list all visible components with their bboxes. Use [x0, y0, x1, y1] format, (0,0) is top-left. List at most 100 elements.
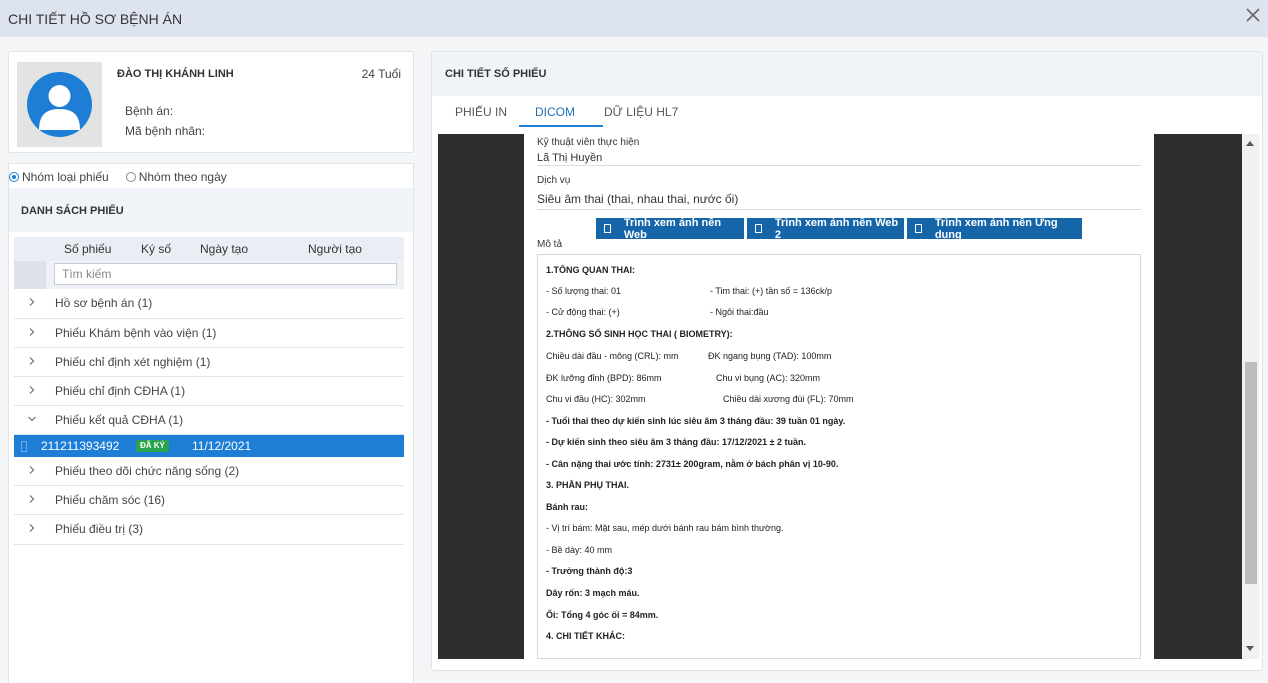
patient-card: ĐÀO THỊ KHÁNH LINH 24 Tuổi Bệnh án: Mã b…	[8, 51, 414, 153]
table-row-selected[interactable]: 211211393492 ĐÃ KÝ 11/12/2021	[14, 435, 404, 457]
description-line: Chu vi bụng (AC): 320mm	[716, 373, 821, 383]
list-group-row[interactable]: Phiếu Khám bệnh vào viện (1)	[14, 319, 404, 348]
scrollbar[interactable]	[1242, 134, 1259, 659]
tab-dicom[interactable]: DICOM	[535, 105, 575, 119]
description-line: - Dự kiến sinh theo siêu âm 3 tháng đầu:…	[546, 437, 807, 447]
radio-group-by-date-label[interactable]: Nhóm theo ngày	[139, 170, 227, 184]
app-viewer-button[interactable]: Trình xem ảnh nền Ứng dụng	[907, 216, 1082, 241]
chevron-right-icon	[29, 524, 35, 532]
list-title: DANH SÁCH PHIẾU	[21, 205, 124, 217]
description-line: - Ngôi thai:đầu	[710, 307, 769, 317]
web-viewer-button-label: Trình xem ảnh nền Web	[623, 216, 722, 241]
patient-age: 24 Tuổi	[361, 67, 401, 81]
scroll-thumb[interactable]	[1245, 362, 1257, 584]
description-line: Chiều dài xương đùi (FL): 70mm	[723, 394, 854, 404]
tab-hl7[interactable]: DỮ LIỆU HL7	[604, 105, 678, 119]
description-line: 1.TỔNG QUAN THAI:	[546, 265, 635, 275]
list-header: DANH SÁCH PHIẾU	[9, 188, 413, 232]
radio-group-by-date[interactable]	[125, 172, 136, 182]
list-group-row[interactable]: Phiếu chăm sóc (16)	[14, 486, 404, 515]
detail-title: CHI TIẾT SỐ PHIẾU	[445, 68, 547, 80]
description-line: Ối: Tổng 4 góc ối = 84mm.	[546, 610, 659, 620]
description-line: - Cân nặng thai ước tính: 2731± 200gram,…	[546, 459, 839, 469]
grid-filter-row	[14, 261, 404, 289]
signed-badge: ĐÃ KÝ	[136, 440, 169, 452]
search-input[interactable]	[54, 263, 397, 285]
filter-spacer	[14, 261, 46, 289]
service-value: Siêu âm thai (thai, nhau thai, nước ối)	[537, 192, 739, 206]
service-label: Dịch vụ	[537, 175, 571, 186]
close-icon[interactable]	[1242, 4, 1264, 26]
grouping-options: Nhóm loại phiếu Nhóm theo ngày	[9, 169, 227, 185]
description-line: ĐK ngang bụng (TAD): 100mm	[708, 351, 832, 361]
avatar	[17, 62, 102, 147]
list-group-label: Phiếu điều trị (3)	[55, 522, 144, 536]
description-line: - Số lượng thai: 01	[546, 286, 621, 296]
app-viewer-button-label: Trình xem ảnh nền Ứng dụng	[934, 216, 1058, 241]
column-header-number[interactable]: Số phiếu	[64, 242, 111, 256]
description-line: - Tuổi thai theo dự kiến sinh lúc siêu â…	[546, 416, 846, 426]
technician-value: Lã Thị Huyền	[537, 152, 603, 164]
column-header-created-date[interactable]: Ngày tạo	[200, 242, 248, 256]
window-title: CHI TIẾT HỒ SƠ BỆNH ÁN	[8, 11, 183, 27]
description-line: - Vị trí bám: Mặt sau, mép dưới bánh rau…	[546, 523, 784, 533]
description-line: - Tim thai: (+) tần số = 136ck/p	[710, 286, 833, 296]
list-group-label: Phiếu chỉ định CĐHA (1)	[55, 384, 186, 398]
description-line: - Bề dày: 40 mm	[546, 545, 613, 555]
radio-group-by-type[interactable]	[9, 172, 19, 182]
detail-panel: CHI TIẾT SỐ PHIẾU PHIẾU IN DICOM DỮ LIỆU…	[431, 51, 1263, 671]
chevron-right-icon	[29, 386, 35, 394]
grid-header: Số phiếu Ký số Ngày tạo Người tạo	[14, 237, 404, 261]
description-box: 1.TỔNG QUAN THAI: - Số lượng thai: 01 - …	[537, 254, 1141, 659]
column-header-created-by[interactable]: Người tạo	[308, 242, 362, 256]
chevron-down-icon	[28, 416, 36, 422]
list-group-label: Phiếu chỉ định xét nghiệm (1)	[55, 355, 211, 369]
description-line: Chiều dài đầu - mông (CRL): mm	[546, 351, 679, 361]
web-viewer-2-button[interactable]: Trình xem ảnh nền Web 2	[747, 216, 904, 241]
scroll-down-icon[interactable]	[1246, 646, 1254, 652]
description-line: 3. PHẦN PHỤ THAI.	[546, 480, 630, 490]
divider	[537, 209, 1141, 210]
list-group-label: Phiếu theo dõi chức năng sống (2)	[55, 464, 240, 478]
list-group-row[interactable]: Phiếu chỉ định CĐHA (1)	[14, 377, 404, 406]
list-group-row[interactable]: Phiếu chỉ định xét nghiệm (1)	[14, 348, 404, 377]
drag-handle-icon[interactable]	[21, 441, 27, 452]
description-line: - Cử động thai: (+)	[546, 307, 620, 317]
chevron-right-icon	[29, 328, 35, 336]
form-number: 211211393492	[41, 439, 120, 453]
form-date: 11/12/2021	[192, 439, 252, 453]
list-group-row[interactable]: Phiếu điều trị (3)	[14, 515, 404, 545]
web-viewer-button[interactable]: Trình xem ảnh nền Web	[596, 216, 744, 241]
list-group-label: Phiếu kết quả CĐHA (1)	[55, 413, 184, 427]
description-line: Chu vi đầu (HC): 302mm	[546, 394, 646, 404]
chevron-right-icon	[29, 466, 35, 474]
window-icon	[755, 224, 762, 233]
description-line: Bánh rau:	[546, 502, 589, 512]
chevron-right-icon	[29, 357, 35, 365]
detail-header: CHI TIẾT SỐ PHIẾU	[432, 52, 1262, 96]
patient-code-label: Mã bệnh nhân:	[125, 124, 206, 138]
dicom-viewer-right	[1154, 134, 1242, 659]
window-titlebar: CHI TIẾT HỒ SƠ BỆNH ÁN	[0, 0, 1268, 37]
list-group-label: Phiếu chăm sóc (16)	[55, 493, 166, 507]
list-group-row[interactable]: Phiếu theo dõi chức năng sống (2)	[14, 457, 404, 486]
description-line: - Trưởng thành độ:3	[546, 566, 633, 576]
column-header-signature[interactable]: Ký số	[141, 242, 171, 256]
dicom-viewer-left	[438, 134, 524, 659]
list-group-row[interactable]: Phiếu kết quả CĐHA (1)	[14, 406, 404, 435]
list-group-row[interactable]: Hồ sơ bệnh án (1)	[14, 289, 404, 319]
scroll-up-icon[interactable]	[1246, 140, 1254, 146]
description-line: ĐK lưỡng đỉnh (BPD): 86mm	[546, 373, 662, 383]
record-label: Bệnh án:	[125, 104, 174, 118]
technician-label: Kỹ thuật viên thực hiện	[537, 137, 640, 148]
list-group-label: Hồ sơ bệnh án (1)	[55, 296, 153, 310]
chevron-right-icon	[29, 298, 35, 306]
description-label: Mô tả	[537, 239, 563, 250]
web-viewer-2-button-label: Trình xem ảnh nền Web 2	[774, 216, 899, 241]
list-group-label: Phiếu Khám bệnh vào viện (1)	[55, 326, 217, 340]
radio-group-by-type-label[interactable]: Nhóm loại phiếu	[22, 170, 109, 184]
description-line: 2.THÔNG SỐ SINH HỌC THAI ( BIOMETRY):	[546, 329, 733, 339]
tab-print[interactable]: PHIẾU IN	[455, 105, 507, 119]
description-line: Dây rốn: 3 mạch máu.	[546, 588, 640, 598]
chevron-right-icon	[29, 495, 35, 503]
